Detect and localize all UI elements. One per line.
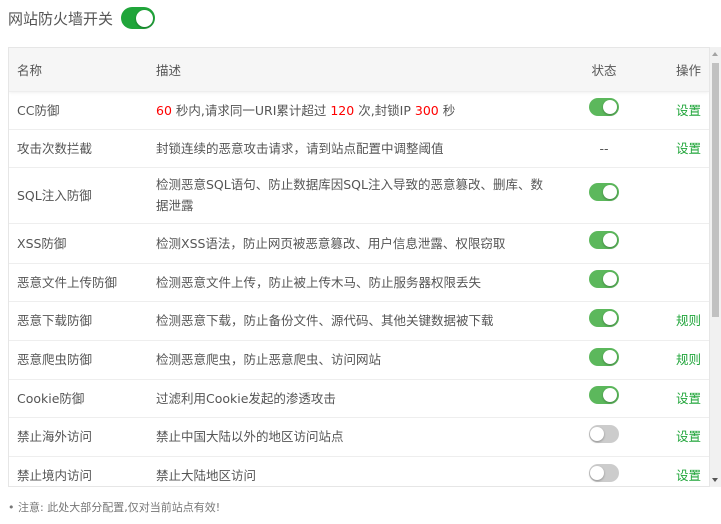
table-row: 恶意下载防御 检测恶意下载，防止备份文件、源代码、其他关键数据被下载 规则 (9, 300, 709, 340)
rule-desc: 检测恶意爬虫，防止恶意爬虫、访问网站 (148, 339, 559, 379)
status-toggle[interactable] (589, 231, 619, 249)
scrollbar-thumb[interactable] (712, 63, 719, 317)
header-action: 操作 (675, 62, 701, 78)
cc-seconds: 60 (156, 102, 172, 118)
table-row: 恶意爬虫防御 检测恶意爬虫，防止恶意爬虫、访问网站 规则 (9, 339, 709, 379)
rule-name: 禁止境内访问 (9, 455, 148, 486)
rule-name: 恶意下载防御 (9, 300, 148, 340)
action-link[interactable]: 规则 (676, 313, 701, 328)
action-link[interactable]: 设置 (676, 391, 701, 406)
rules-table: 名称 描述 状态 操作 CC防御 60 秒内,请求同一URI累计超过 120 次… (8, 47, 710, 487)
status-toggle[interactable] (589, 308, 619, 327)
rule-desc: 检测XSS语法，防止网页被恶意篡改、用户信息泄露、权限窃取 (148, 222, 559, 263)
status-toggle[interactable] (589, 386, 619, 404)
rule-desc: 检测恶意下载，防止备份文件、源代码、其他关键数据被下载 (148, 300, 559, 340)
firewall-switch-row: 网站防火墙开关 (8, 7, 156, 29)
rule-name: XSS防御 (9, 222, 148, 263)
table-row: XSS防御 检测XSS语法，防止网页被恶意篡改、用户信息泄露、权限窃取 (9, 222, 709, 263)
status-toggle[interactable] (589, 98, 619, 116)
desc-text: 秒 (438, 102, 456, 118)
cc-block-time: 300 (414, 102, 439, 118)
status-toggle[interactable] (589, 347, 619, 366)
table-header: 名称 描述 状态 操作 (9, 48, 709, 91)
rule-name: 攻击次数拦截 (9, 128, 148, 167)
rule-desc: 禁止大陆地区访问 (148, 455, 559, 486)
action-link[interactable]: 设置 (676, 468, 701, 483)
rule-desc: 检测恶意文件上传，防止被上传木马、防止服务器权限丢失 (148, 262, 559, 301)
rule-name: SQL注入防御 (9, 166, 148, 223)
table-row: SQL注入防御 检测恶意SQL语句、防止数据库因SQL注入导致的恶意篡改、删库、… (9, 166, 709, 223)
rule-desc: 禁止中国大陆以外的地区访问站点 (148, 416, 559, 456)
table-row: 禁止境内访问 禁止大陆地区访问 设置 (9, 455, 709, 486)
action-link[interactable]: 规则 (676, 352, 701, 367)
table-row: CC防御 60 秒内,请求同一URI累计超过 120 次,封锁IP 300 秒 … (9, 90, 709, 129)
rule-desc: 检测恶意SQL语句、防止数据库因SQL注入导致的恶意篡改、删库、数据泄露 (148, 166, 559, 223)
rule-name: 恶意爬虫防御 (9, 339, 148, 379)
firewall-toggle[interactable] (121, 7, 156, 29)
rule-desc: 60 秒内,请求同一URI累计超过 120 次,封锁IP 300 秒 (148, 90, 559, 129)
status-toggle[interactable] (589, 270, 619, 288)
rule-name: CC防御 (9, 90, 148, 129)
action-link[interactable]: 设置 (676, 103, 701, 118)
header-desc: 描述 (156, 62, 182, 78)
header-name: 名称 (17, 62, 43, 78)
rule-name: Cookie防御 (9, 378, 148, 417)
status-toggle[interactable] (589, 183, 619, 201)
action-link[interactable]: 设置 (676, 429, 701, 444)
desc-text: 次,封锁IP (354, 102, 415, 118)
table-row: Cookie防御 过滤利用Cookie发起的渗透攻击 设置 (9, 378, 709, 417)
note-text: 注意: 此处大部分配置,仅对当前站点有效! (18, 501, 221, 514)
status-toggle[interactable] (589, 424, 619, 443)
table-row: 恶意文件上传防御 检测恶意文件上传，防止被上传木马、防止服务器权限丢失 (9, 262, 709, 301)
rule-desc: 封锁连续的恶意攻击请求，请到站点配置中调整阈值 (148, 128, 559, 167)
scroll-down-icon[interactable] (712, 478, 718, 482)
rule-name: 恶意文件上传防御 (9, 262, 148, 301)
rule-name: 禁止海外访问 (9, 416, 148, 456)
cc-count: 120 (330, 102, 355, 118)
scrollbar[interactable] (710, 47, 721, 487)
rule-desc: 过滤利用Cookie发起的渗透攻击 (148, 378, 559, 417)
scroll-up-icon[interactable] (712, 52, 718, 56)
firewall-switch-label: 网站防火墙开关 (8, 9, 114, 28)
table-row: 攻击次数拦截 封锁连续的恶意攻击请求，请到站点配置中调整阈值 -- 设置 (9, 128, 709, 167)
status-toggle[interactable] (589, 463, 619, 482)
note: • 注意: 此处大部分配置,仅对当前站点有效! (8, 501, 221, 514)
action-link[interactable]: 设置 (676, 141, 701, 156)
table-row: 禁止海外访问 禁止中国大陆以外的地区访问站点 设置 (9, 416, 709, 456)
desc-text: 秒内,请求同一URI累计超过 (171, 102, 331, 118)
status-text: -- (599, 140, 609, 156)
header-status: 状态 (591, 62, 617, 78)
